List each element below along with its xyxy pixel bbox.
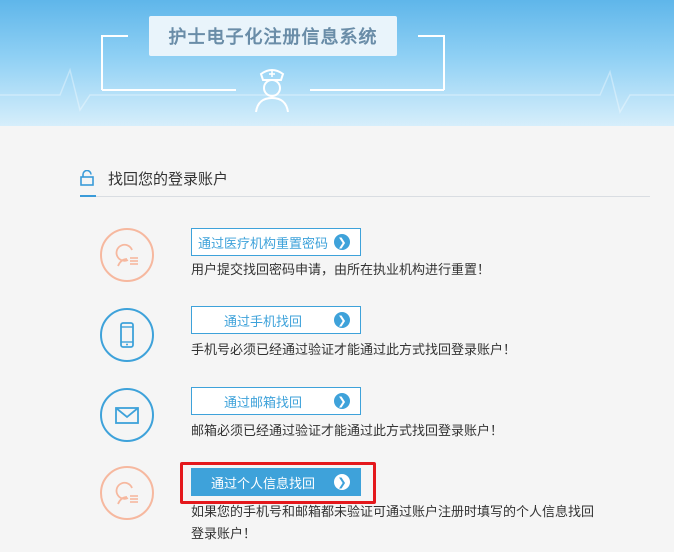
option-description: 用户提交找回密码申请，由所在执业机构进行重置！	[191, 263, 491, 278]
user-reset-icon	[100, 228, 154, 282]
section-underline	[80, 195, 96, 197]
option-description: 如果您的手机号和邮箱都未验证可通过账户注册时填写的个人信息找回 登录账户！	[191, 502, 594, 546]
section-title: 找回您的登录账户	[108, 170, 229, 188]
envelope-icon	[100, 388, 154, 442]
section-heading: 找回您的登录账户	[80, 160, 650, 197]
option-description: 邮箱必须已经通过验证才能通过此方式找回登录账户！	[191, 424, 504, 439]
system-title: 护士电子化注册信息系统	[149, 16, 397, 56]
recover-by-phone-label: 通过手机找回	[223, 314, 302, 330]
chevron-right-icon: ❯	[334, 234, 350, 250]
option-description: 手机号必须已经通过验证才能通过此方式找回登录账户！	[191, 343, 517, 358]
mobile-phone-icon	[100, 308, 154, 362]
recover-by-phone-button[interactable]: 通过手机找回 ❯	[191, 306, 361, 334]
description-line-1: 如果您的手机号和邮箱都未验证可通过账户注册时填写的个人信息找回	[191, 505, 595, 520]
user-info-icon	[100, 466, 154, 520]
highlight-box	[180, 462, 376, 504]
description-line-2: 登录账户！	[191, 527, 257, 542]
nurse-icon	[255, 69, 289, 113]
unlock-icon	[80, 170, 94, 186]
recover-by-email-label: 通过邮箱找回	[223, 395, 302, 411]
reset-by-institution-label: 通过医疗机构重置密码	[197, 236, 328, 252]
chevron-right-icon: ❯	[334, 312, 350, 328]
header-banner: 护士电子化注册信息系统	[0, 0, 674, 126]
chevron-right-icon: ❯	[334, 393, 350, 409]
recover-by-email-button[interactable]: 通过邮箱找回 ❯	[191, 387, 361, 415]
reset-by-institution-button[interactable]: 通过医疗机构重置密码 ❯	[191, 228, 361, 256]
